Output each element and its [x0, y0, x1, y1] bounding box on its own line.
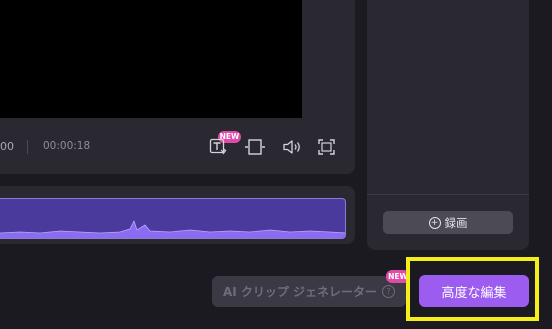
- crop-frame-icon[interactable]: [244, 137, 266, 157]
- record-button[interactable]: + 録画: [383, 211, 513, 234]
- volume-icon[interactable]: [282, 138, 302, 156]
- help-icon[interactable]: ?: [382, 285, 396, 298]
- video-preview[interactable]: [0, 0, 302, 118]
- fullscreen-icon[interactable]: [317, 138, 336, 156]
- panel-divider: [367, 194, 529, 195]
- advanced-edit-button[interactable]: 高度な編集: [419, 275, 529, 307]
- advanced-edit-label: 高度な編集: [441, 285, 507, 301]
- ai-clip-generator-button[interactable]: AI クリップ ジェネレーター ?: [212, 276, 406, 307]
- current-time: 00: [0, 140, 14, 153]
- audio-waveform-clip[interactable]: [0, 198, 346, 239]
- record-label: 録画: [444, 215, 468, 230]
- total-time: 00:00:18: [43, 140, 91, 152]
- text-to-speech-icon[interactable]: [209, 138, 229, 156]
- ai-clip-label: AI クリップ ジェネレーター: [222, 285, 378, 299]
- plus-circle-icon: +: [428, 216, 441, 229]
- waveform-graphic: [0, 219, 345, 238]
- time-divider: [27, 140, 28, 154]
